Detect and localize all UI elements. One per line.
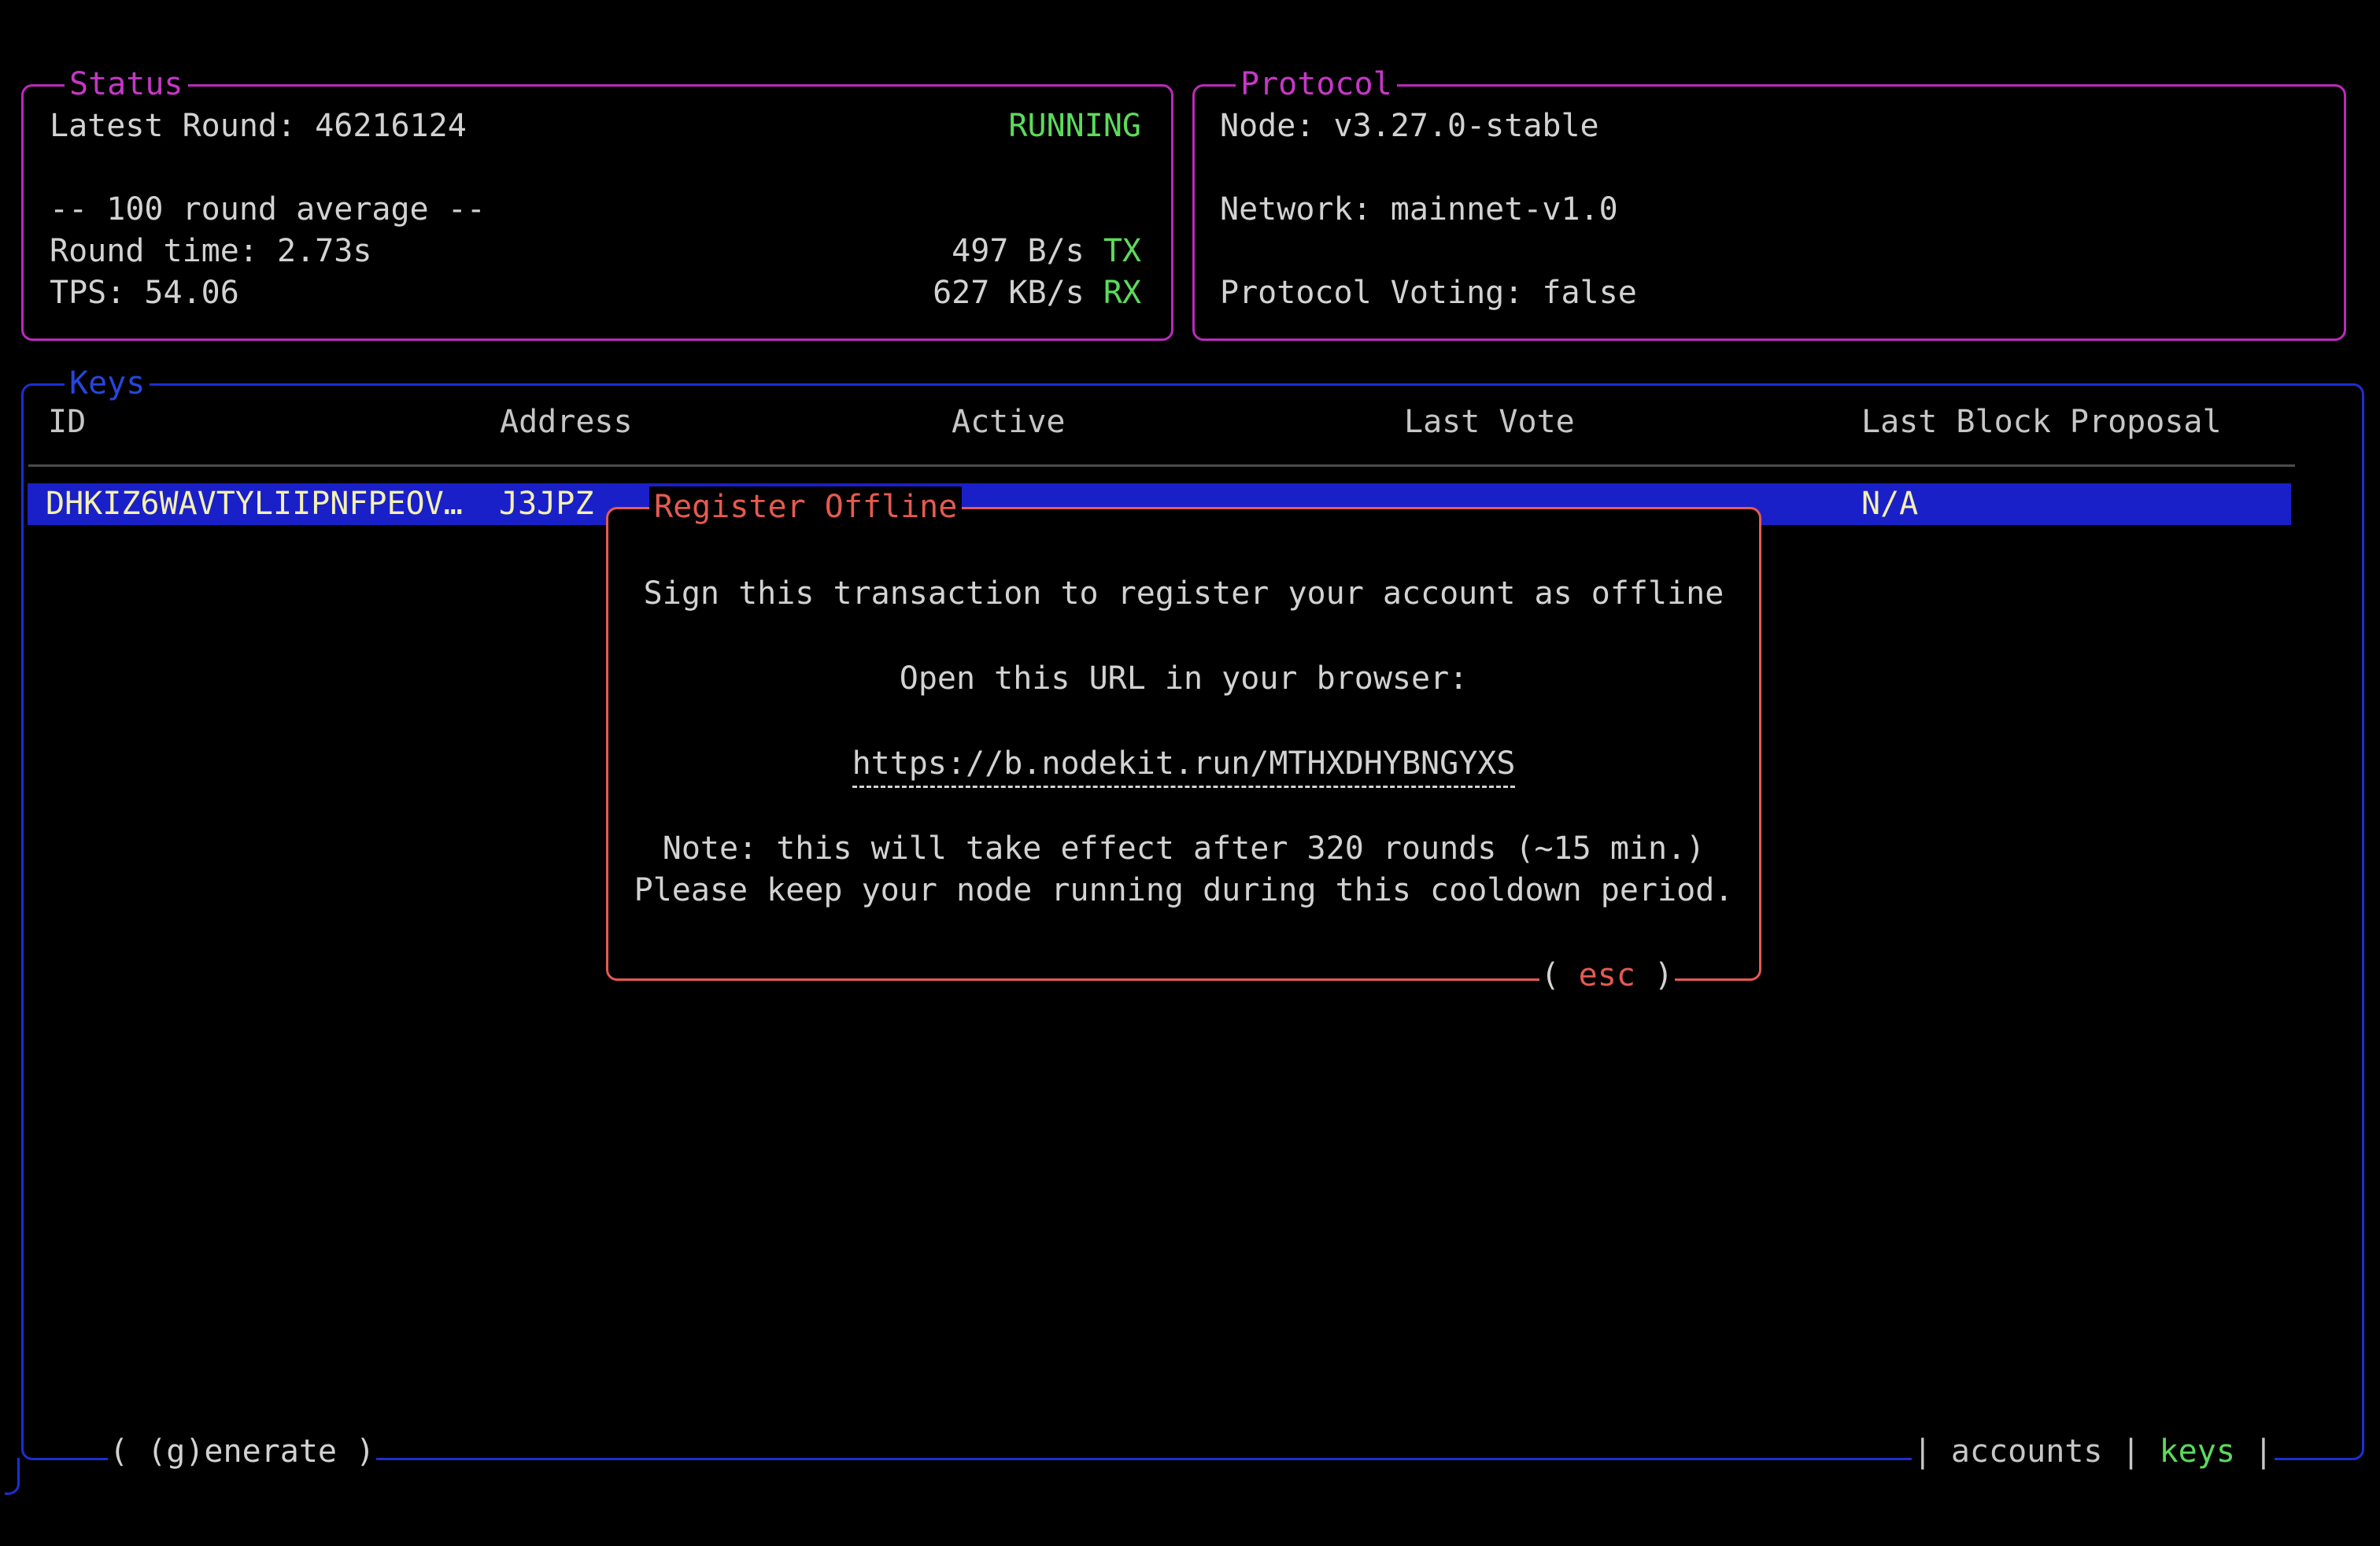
node-version: Node: v3.27.0-stable — [1220, 105, 1599, 147]
column-header-id: ID — [48, 401, 86, 443]
modal-note-line1: Note: this will take effect after 320 ro… — [608, 828, 1759, 870]
round-time-line: Round time: 2.73s 497 B/s TX — [50, 231, 1141, 272]
esc-key-label: esc — [1579, 955, 1635, 997]
tps-line: TPS: 54.06 627 KB/s RX — [50, 272, 1141, 314]
nav-pipe: | — [2121, 1431, 2140, 1473]
keys-panel-title: Keys — [65, 363, 150, 405]
protocol-voting: Protocol Voting: false — [1220, 272, 1637, 314]
modal-open-url-text: Open this URL in your browser: — [608, 658, 1759, 700]
modal-url-line: https://b.nodekit.run/MTHXDHYBNGYXS — [608, 743, 1759, 785]
tx-label: TX — [1103, 233, 1141, 269]
tab-keys[interactable]: keys — [2160, 1431, 2235, 1473]
table-header-separator — [28, 464, 2295, 467]
round-average-header: -- 100 round average -- — [50, 189, 486, 231]
row-cell-address: J3JPZ — [499, 483, 593, 525]
modal-sign-text: Sign this transaction to register your a… — [608, 573, 1759, 615]
tx-rate: 497 B/s TX — [952, 231, 1141, 272]
rx-rate: 627 KB/s RX — [933, 272, 1141, 314]
stray-border-corner-glyph — [5, 1458, 20, 1495]
tab-accounts[interactable]: accounts — [1951, 1431, 2103, 1473]
rx-label: RX — [1103, 275, 1141, 311]
status-round-line: Latest Round: 46216124 RUNNING — [50, 105, 1141, 147]
protocol-panel-title: Protocol — [1236, 64, 1397, 105]
signing-url-link[interactable]: https://b.nodekit.run/MTHXDHYBNGYXS — [852, 743, 1516, 788]
network-name: Network: mainnet-v1.0 — [1220, 189, 1618, 231]
row-cell-last-block-proposal: N/A — [1861, 483, 1918, 525]
nav-pipe: | — [1913, 1431, 1932, 1473]
register-offline-modal: Register Offline Sign this transaction t… — [606, 507, 1761, 981]
esc-button[interactable]: ( esc ) — [1539, 955, 1675, 997]
column-header-last-block-proposal: Last Block Proposal — [1861, 401, 2222, 443]
bottom-nav: | accounts | keys | — [1912, 1431, 2275, 1473]
round-time-value: Round time: 2.73s — [50, 231, 371, 272]
nav-pipe: | — [2254, 1431, 2273, 1473]
column-header-address: Address — [500, 401, 633, 443]
generate-button[interactable]: ( (g)enerate ) — [108, 1431, 376, 1473]
status-panel-title: Status — [65, 64, 188, 105]
node-state-badge: RUNNING — [1008, 105, 1141, 147]
terminal-screen: Status Latest Round: 46216124 RUNNING --… — [0, 0, 2380, 1546]
latest-round-value: Latest Round: 46216124 — [50, 105, 467, 147]
column-header-last-vote: Last Vote — [1404, 401, 1575, 443]
status-panel: Status Latest Round: 46216124 RUNNING --… — [21, 84, 1173, 341]
modal-note-line2: Please keep your node running during thi… — [608, 870, 1759, 912]
rx-rate-value: 627 KB/s — [933, 275, 1085, 311]
column-header-active: Active — [952, 401, 1066, 443]
row-cell-id: DHKIZ6WAVTYLIIPNFPEOV… — [46, 483, 463, 525]
esc-paren-open: ( — [1541, 955, 1560, 997]
register-offline-modal-title: Register Offline — [649, 486, 962, 528]
esc-paren-close: ) — [1654, 955, 1673, 997]
tps-value: TPS: 54.06 — [50, 272, 239, 314]
protocol-panel: Protocol Node: v3.27.0-stable Network: m… — [1192, 84, 2346, 341]
tx-rate-value: 497 B/s — [952, 233, 1085, 269]
